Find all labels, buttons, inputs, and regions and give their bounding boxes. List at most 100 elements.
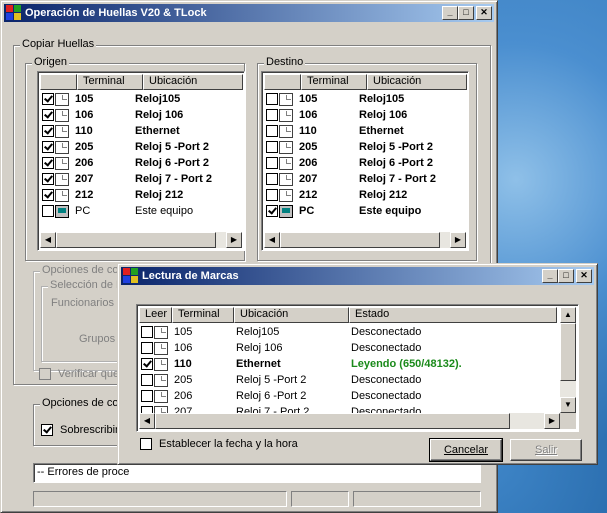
maximize-button[interactable]: □ <box>458 6 474 20</box>
row-checkbox[interactable] <box>266 157 278 169</box>
row-checkbox[interactable] <box>42 141 54 153</box>
terminal-cell: 205 <box>174 374 193 386</box>
scroll-thumb[interactable] <box>560 323 576 381</box>
scroll-right-button[interactable]: ▶ <box>544 413 560 429</box>
row-checkbox[interactable] <box>141 374 153 386</box>
dialog-titlebar[interactable]: Lectura de Marcas _ □ ✕ <box>121 267 594 285</box>
readings-list[interactable]: Leer Terminal Ubicación Estado 105 Reloj1… <box>136 304 579 432</box>
terminal-cell: 110 <box>174 358 192 370</box>
list-item[interactable]: 110 Ethernet <box>266 123 459 139</box>
scroll-thumb[interactable] <box>280 232 440 248</box>
list-item[interactable]: 106 Reloj 106 Desconectado <box>141 340 551 356</box>
terminal-cell: 207 <box>75 173 94 185</box>
scroll-thumb[interactable] <box>56 232 216 248</box>
destination-col-blank[interactable] <box>264 74 301 90</box>
row-checkbox[interactable] <box>266 189 278 201</box>
scroll-up-button[interactable]: ▲ <box>560 307 576 323</box>
list-item[interactable]: 205 Reloj 5 -Port 2 <box>42 139 235 155</box>
destination-list[interactable]: Terminal Ubicación 105 Reloj105 106 Reloj 1… <box>261 71 469 251</box>
row-checkbox[interactable] <box>42 93 54 105</box>
origin-hscrollbar[interactable]: ◀ ▶ <box>40 232 242 248</box>
maximize-button[interactable]: □ <box>558 269 574 283</box>
row-checkbox[interactable] <box>42 157 54 169</box>
list-item[interactable]: 106 Reloj 106 <box>266 107 459 123</box>
col-read[interactable]: Leer <box>139 307 172 323</box>
row-checkbox[interactable] <box>141 390 153 402</box>
status-cell: Desconectado <box>351 326 422 338</box>
destination-col-location[interactable]: Ubicación <box>367 74 467 90</box>
minimize-button[interactable]: _ <box>542 269 558 283</box>
scroll-left-button[interactable]: ◀ <box>139 413 155 429</box>
readings-vscrollbar[interactable]: ▲ ▼ <box>560 307 576 413</box>
list-item[interactable]: 207 Reloj 7 - Port 2 <box>266 171 459 187</box>
list-item[interactable]: 206 Reloj 6 -Port 2 <box>266 155 459 171</box>
terminal-cell: 105 <box>174 326 193 338</box>
list-item[interactable]: 206 Reloj 6 -Port 2 <box>42 155 235 171</box>
scroll-right-button[interactable]: ▶ <box>226 232 242 248</box>
close-button[interactable]: ✕ <box>476 6 492 20</box>
scroll-down-button[interactable]: ▼ <box>560 397 576 413</box>
list-item[interactable]: 110 Ethernet Leyendo (650/48132). <box>141 356 551 372</box>
terminal-cell: 105 <box>75 93 94 105</box>
row-checkbox[interactable] <box>42 109 54 121</box>
row-checkbox[interactable] <box>266 93 278 105</box>
list-item[interactable]: 206 Reloj 6 -Port 2 Desconectado <box>141 388 551 404</box>
list-item[interactable]: 205 Reloj 5 -Port 2 <box>266 139 459 155</box>
overwrite-checkbox-box[interactable] <box>41 424 53 436</box>
location-cell: Ethernet <box>236 358 281 370</box>
list-item[interactable]: PC Este equipo <box>42 203 235 219</box>
row-checkbox[interactable] <box>141 342 153 354</box>
list-item[interactable]: 212 Reloj 212 <box>266 187 459 203</box>
row-checkbox[interactable] <box>266 125 278 137</box>
minimize-button[interactable]: _ <box>442 6 458 20</box>
col-terminal[interactable]: Terminal <box>172 307 234 323</box>
col-status[interactable]: Estado <box>349 307 557 323</box>
list-item[interactable]: PC Este equipo <box>266 203 459 219</box>
verify-checkbox-box[interactable] <box>39 368 51 380</box>
app-icon <box>6 5 22 21</box>
row-checkbox[interactable] <box>266 141 278 153</box>
row-checkbox[interactable] <box>266 173 278 185</box>
origin-col-terminal[interactable]: Terminal <box>77 74 143 90</box>
list-item[interactable]: 105 Reloj105 <box>42 91 235 107</box>
list-item[interactable]: 105 Reloj105 Desconectado <box>141 324 551 340</box>
row-checkbox[interactable] <box>266 109 278 121</box>
exit-button[interactable]: Salir <box>510 439 582 461</box>
close-button[interactable]: ✕ <box>576 269 592 283</box>
readings-hscrollbar[interactable]: ◀ ▶ <box>139 413 560 429</box>
col-location[interactable]: Ubicación <box>234 307 349 323</box>
list-item[interactable]: 212 Reloj 212 <box>42 187 235 203</box>
row-checkbox[interactable] <box>141 358 153 370</box>
row-checkbox[interactable] <box>266 205 278 217</box>
set-datetime-checkbox-box[interactable] <box>140 438 152 450</box>
origin-col-blank[interactable] <box>40 74 77 90</box>
terminal-cell: 206 <box>75 157 94 169</box>
verify-checkbox[interactable]: Verificar que <box>39 368 119 380</box>
location-cell: Reloj 6 -Port 2 <box>236 390 307 402</box>
scroll-right-button[interactable]: ▶ <box>450 232 466 248</box>
row-checkbox[interactable] <box>42 205 54 217</box>
exit-button-label: Salir <box>534 444 557 456</box>
list-item[interactable]: 105 Reloj105 <box>266 91 459 107</box>
scroll-left-button[interactable]: ◀ <box>40 232 56 248</box>
row-checkbox[interactable] <box>42 173 54 185</box>
pc-icon <box>279 204 293 218</box>
errors-field[interactable]: -- Errores de proce <box>33 463 481 483</box>
origin-col-location[interactable]: Ubicación <box>143 74 243 90</box>
list-item[interactable]: 205 Reloj 5 -Port 2 Desconectado <box>141 372 551 388</box>
destination-col-terminal[interactable]: Terminal <box>301 74 367 90</box>
list-item[interactable]: 110 Ethernet <box>42 123 235 139</box>
scroll-left-button[interactable]: ◀ <box>264 232 280 248</box>
location-cell: Reloj 106 <box>359 109 408 121</box>
scroll-thumb[interactable] <box>155 413 510 429</box>
row-checkbox[interactable] <box>42 189 54 201</box>
origin-list[interactable]: Terminal Ubicación 105 Reloj105 106 Reloj 1… <box>37 71 245 251</box>
cancel-button[interactable]: Cancelar <box>429 438 503 462</box>
main-titlebar[interactable]: Operación de Huellas V20 & TLock _ □ ✕ <box>4 4 494 22</box>
set-datetime-checkbox[interactable]: Establecer la fecha y la hora <box>140 438 298 450</box>
list-item[interactable]: 207 Reloj 7 - Port 2 <box>42 171 235 187</box>
row-checkbox[interactable] <box>141 326 153 338</box>
destination-hscrollbar[interactable]: ◀ ▶ <box>264 232 466 248</box>
list-item[interactable]: 106 Reloj 106 <box>42 107 235 123</box>
row-checkbox[interactable] <box>42 125 54 137</box>
